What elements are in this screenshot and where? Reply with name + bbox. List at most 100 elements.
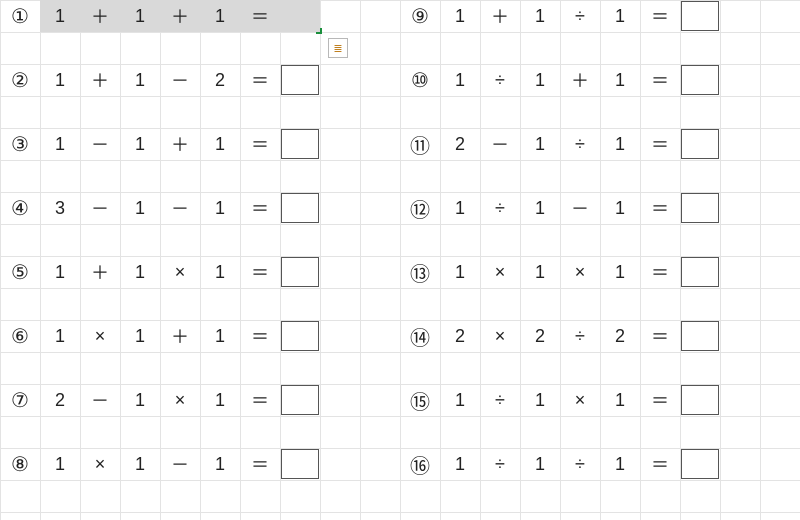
operator-2[interactable]: ÷ xyxy=(560,0,600,32)
equals[interactable]: ＝ xyxy=(640,192,680,224)
operator-1[interactable]: ÷ xyxy=(480,448,520,480)
operator-1[interactable]: － xyxy=(80,128,120,160)
operator-2[interactable]: × xyxy=(560,256,600,288)
equals[interactable]: ＝ xyxy=(640,384,680,416)
equals[interactable]: ＝ xyxy=(640,64,680,96)
operand-c[interactable]: 1 xyxy=(200,320,240,352)
paste-options-icon[interactable]: ≣ xyxy=(328,38,348,58)
equals[interactable]: ＝ xyxy=(640,320,680,352)
answer-cell[interactable] xyxy=(280,384,320,416)
answer-cell[interactable] xyxy=(280,0,320,32)
operator-2[interactable]: － xyxy=(560,192,600,224)
operator-1[interactable]: ＋ xyxy=(80,256,120,288)
equals[interactable]: ＝ xyxy=(240,64,280,96)
answer-cell[interactable] xyxy=(680,256,720,288)
equals[interactable]: ＝ xyxy=(240,320,280,352)
operator-1[interactable]: － xyxy=(80,192,120,224)
operand-c[interactable]: 2 xyxy=(200,64,240,96)
answer-cell[interactable] xyxy=(680,448,720,480)
operand-b[interactable]: 1 xyxy=(120,320,160,352)
operand-c[interactable]: 1 xyxy=(200,0,240,32)
operator-2[interactable]: ＋ xyxy=(160,128,200,160)
answer-cell[interactable] xyxy=(280,64,320,96)
operand-a[interactable]: 3 xyxy=(40,192,80,224)
operator-1[interactable]: ＋ xyxy=(480,0,520,32)
operand-b[interactable]: 1 xyxy=(120,256,160,288)
operator-2[interactable]: × xyxy=(560,384,600,416)
answer-cell[interactable] xyxy=(680,0,720,32)
operator-1[interactable]: ＋ xyxy=(80,64,120,96)
operand-c[interactable]: 1 xyxy=(600,0,640,32)
operand-a[interactable]: 1 xyxy=(440,384,480,416)
operand-b[interactable]: 1 xyxy=(120,128,160,160)
operand-c[interactable]: 2 xyxy=(600,320,640,352)
operand-c[interactable]: 1 xyxy=(600,192,640,224)
operator-1[interactable]: － xyxy=(480,128,520,160)
equals[interactable]: ＝ xyxy=(240,448,280,480)
operator-2[interactable]: ÷ xyxy=(560,320,600,352)
equals[interactable]: ＝ xyxy=(640,448,680,480)
answer-cell[interactable] xyxy=(280,256,320,288)
operand-c[interactable]: 1 xyxy=(200,192,240,224)
spreadsheet-grid[interactable]: ≣ ① 1 ＋ 1 ＋ 1 ＝ ② 1 ＋ 1 － 2 ＝ ③ 1 － 1 ＋ … xyxy=(0,0,800,520)
equals[interactable]: ＝ xyxy=(640,256,680,288)
answer-cell[interactable] xyxy=(680,320,720,352)
operand-b[interactable]: 1 xyxy=(120,0,160,32)
operand-b[interactable]: 1 xyxy=(520,384,560,416)
operand-a[interactable]: 1 xyxy=(440,64,480,96)
operand-a[interactable]: 1 xyxy=(40,128,80,160)
operand-b[interactable]: 1 xyxy=(120,448,160,480)
operand-a[interactable]: 1 xyxy=(40,320,80,352)
answer-cell[interactable] xyxy=(280,128,320,160)
operand-a[interactable]: 1 xyxy=(440,0,480,32)
operand-c[interactable]: 1 xyxy=(600,448,640,480)
answer-cell[interactable] xyxy=(680,64,720,96)
answer-cell[interactable] xyxy=(680,384,720,416)
operand-a[interactable]: 2 xyxy=(440,128,480,160)
operand-b[interactable]: 1 xyxy=(520,128,560,160)
operator-2[interactable]: ＋ xyxy=(160,320,200,352)
operator-2[interactable]: ÷ xyxy=(560,128,600,160)
operator-2[interactable]: － xyxy=(160,192,200,224)
answer-cell[interactable] xyxy=(680,128,720,160)
operand-b[interactable]: 1 xyxy=(520,0,560,32)
equals[interactable]: ＝ xyxy=(640,128,680,160)
operand-a[interactable]: 1 xyxy=(440,448,480,480)
operand-b[interactable]: 1 xyxy=(120,192,160,224)
operand-a[interactable]: 1 xyxy=(40,64,80,96)
operator-2[interactable]: × xyxy=(160,256,200,288)
operand-c[interactable]: 1 xyxy=(200,256,240,288)
answer-cell[interactable] xyxy=(280,320,320,352)
operand-a[interactable]: 2 xyxy=(40,384,80,416)
answer-cell[interactable] xyxy=(280,448,320,480)
equals[interactable]: ＝ xyxy=(240,0,280,32)
operand-c[interactable]: 1 xyxy=(200,448,240,480)
operand-c[interactable]: 1 xyxy=(600,64,640,96)
operand-b[interactable]: 1 xyxy=(520,448,560,480)
operand-b[interactable]: 1 xyxy=(120,64,160,96)
operator-1[interactable]: ÷ xyxy=(480,192,520,224)
operator-1[interactable]: × xyxy=(80,320,120,352)
operator-1[interactable]: ÷ xyxy=(480,384,520,416)
operator-1[interactable]: × xyxy=(480,256,520,288)
equals[interactable]: ＝ xyxy=(240,128,280,160)
operand-b[interactable]: 2 xyxy=(520,320,560,352)
answer-cell[interactable] xyxy=(680,192,720,224)
operator-1[interactable]: × xyxy=(80,448,120,480)
answer-cell[interactable] xyxy=(280,192,320,224)
equals[interactable]: ＝ xyxy=(240,256,280,288)
operand-c[interactable]: 1 xyxy=(200,384,240,416)
operand-a[interactable]: 1 xyxy=(40,0,80,32)
operand-a[interactable]: 1 xyxy=(440,256,480,288)
operand-b[interactable]: 1 xyxy=(520,192,560,224)
equals[interactable]: ＝ xyxy=(240,192,280,224)
operand-a[interactable]: 1 xyxy=(440,192,480,224)
operand-c[interactable]: 1 xyxy=(600,256,640,288)
operand-a[interactable]: 2 xyxy=(440,320,480,352)
equals[interactable]: ＝ xyxy=(240,384,280,416)
operator-1[interactable]: ＋ xyxy=(80,0,120,32)
operand-b[interactable]: 1 xyxy=(120,384,160,416)
operand-c[interactable]: 1 xyxy=(600,384,640,416)
operand-c[interactable]: 1 xyxy=(200,128,240,160)
operand-b[interactable]: 1 xyxy=(520,64,560,96)
